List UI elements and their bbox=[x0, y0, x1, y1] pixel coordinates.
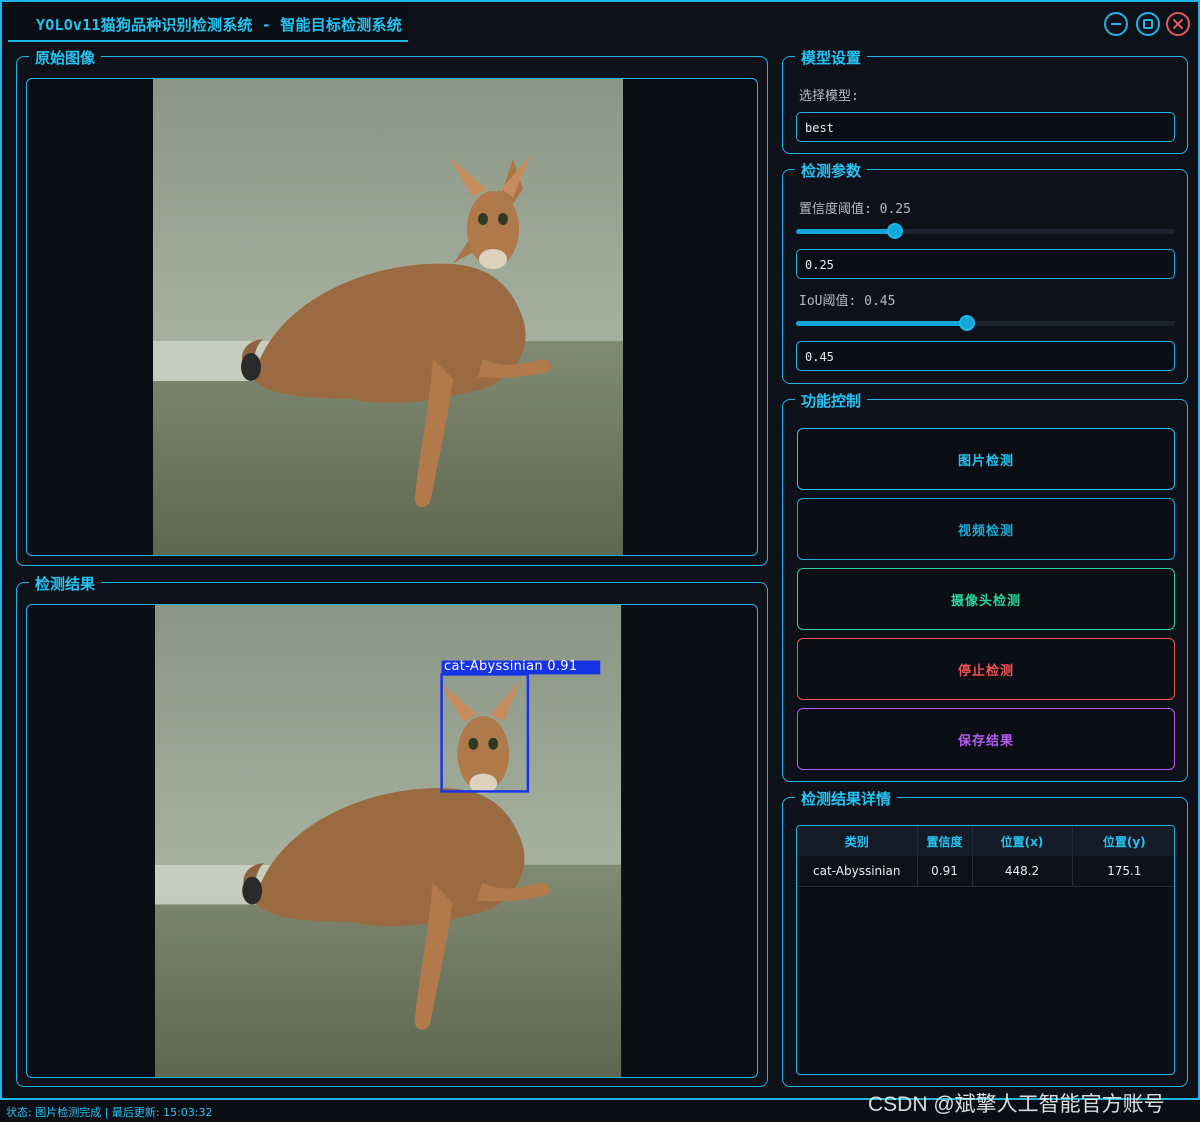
cell-x: 448.2 bbox=[972, 856, 1073, 887]
app-window: YOLOv11猫狗品种识别检测系统 - 智能目标检测系统 原始图像 检测结果 c… bbox=[0, 0, 1200, 1100]
cell-class: cat-Abyssinian bbox=[797, 856, 918, 887]
camera-detect-button[interactable]: 摄像头检测 bbox=[797, 568, 1175, 630]
original-image-title: 原始图像 bbox=[29, 47, 102, 68]
detection-box-label: cat-Abyssinian 0.91 bbox=[444, 659, 578, 674]
confidence-slider[interactable] bbox=[796, 223, 1175, 239]
title-bar: YOLOv11猫狗品种识别检测系统 - 智能目标检测系统 bbox=[2, 2, 1198, 44]
cell-y: 175.1 bbox=[1072, 856, 1174, 887]
select-model-label: 选择模型: bbox=[799, 89, 859, 104]
detection-result-title: 检测结果 bbox=[29, 573, 102, 594]
column-header-x[interactable]: 位置(x) bbox=[972, 826, 1073, 856]
iou-label: IoU阈值: 0.45 bbox=[799, 294, 896, 309]
cell-confidence: 0.91 bbox=[917, 856, 973, 887]
results-table-container: 类别 置信度 位置(x) 位置(y) cat-Abyssinian 0.91 4… bbox=[796, 825, 1175, 1075]
function-controls-title: 功能控制 bbox=[795, 390, 868, 411]
column-header-class[interactable]: 类别 bbox=[797, 826, 918, 856]
close-icon bbox=[1173, 19, 1183, 29]
results-table: 类别 置信度 位置(x) 位置(y) cat-Abyssinian 0.91 4… bbox=[797, 826, 1174, 887]
detection-details-title: 检测结果详情 bbox=[795, 788, 898, 809]
close-button[interactable] bbox=[1166, 12, 1190, 36]
title-tab: YOLOv11猫狗品种识别检测系统 - 智能目标检测系统 bbox=[8, 2, 408, 42]
column-header-y[interactable]: 位置(y) bbox=[1072, 826, 1174, 856]
minimize-button[interactable] bbox=[1104, 12, 1128, 36]
confidence-slider-handle[interactable] bbox=[887, 223, 903, 239]
detection-details-group: 检测结果详情 类别 置信度 位置(x) 位置(y) cat-Abyssinian… bbox=[782, 788, 1188, 1087]
detection-params-title: 检测参数 bbox=[795, 160, 868, 181]
video-detect-button[interactable]: 视频检测 bbox=[797, 498, 1175, 560]
original-cat-image bbox=[153, 79, 633, 555]
image-detect-button[interactable]: 图片检测 bbox=[797, 428, 1175, 490]
status-text: 状态: 图片检测完成 | 最后更新: 15:03:32 bbox=[6, 1106, 213, 1119]
window-title: YOLOv11猫狗品种识别检测系统 - 智能目标检测系统 bbox=[36, 16, 402, 34]
confidence-label: 置信度阈值: 0.25 bbox=[799, 202, 911, 217]
confidence-input[interactable]: 0.25 bbox=[796, 249, 1175, 279]
maximize-button[interactable] bbox=[1136, 12, 1160, 36]
result-cat-image: cat-Abyssinian 0.91 bbox=[155, 605, 631, 1077]
model-settings-title: 模型设置 bbox=[795, 47, 868, 68]
iou-slider[interactable] bbox=[796, 315, 1175, 331]
result-image-frame: cat-Abyssinian 0.91 bbox=[26, 604, 758, 1078]
model-settings-group: 模型设置 选择模型: best bbox=[782, 47, 1188, 154]
function-controls-group: 功能控制 图片检测 视频检测 摄像头检测 停止检测 保存结果 bbox=[782, 390, 1188, 782]
table-header-row: 类别 置信度 位置(x) 位置(y) bbox=[797, 826, 1174, 856]
save-result-button[interactable]: 保存结果 bbox=[797, 708, 1175, 770]
iou-input[interactable]: 0.45 bbox=[796, 341, 1175, 371]
column-header-confidence[interactable]: 置信度 bbox=[917, 826, 973, 856]
original-image-frame bbox=[26, 78, 758, 556]
watermark-text: CSDN @斌擎人工智能官方账号 bbox=[868, 1093, 1165, 1116]
original-image-group: 原始图像 bbox=[16, 47, 768, 566]
detection-result-group: 检测结果 cat-Abyssinian 0.91 bbox=[16, 573, 768, 1087]
table-row[interactable]: cat-Abyssinian 0.91 448.2 175.1 bbox=[797, 856, 1174, 887]
confidence-slider-fill bbox=[796, 229, 895, 234]
model-select[interactable]: best bbox=[796, 112, 1175, 142]
minimize-icon bbox=[1111, 23, 1121, 25]
detection-params-group: 检测参数 置信度阈值: 0.25 0.25 IoU阈值: 0.45 0.45 bbox=[782, 160, 1188, 384]
maximize-icon bbox=[1143, 19, 1153, 29]
iou-slider-fill bbox=[796, 321, 967, 326]
iou-slider-handle[interactable] bbox=[959, 315, 975, 331]
stop-detect-button[interactable]: 停止检测 bbox=[797, 638, 1175, 700]
